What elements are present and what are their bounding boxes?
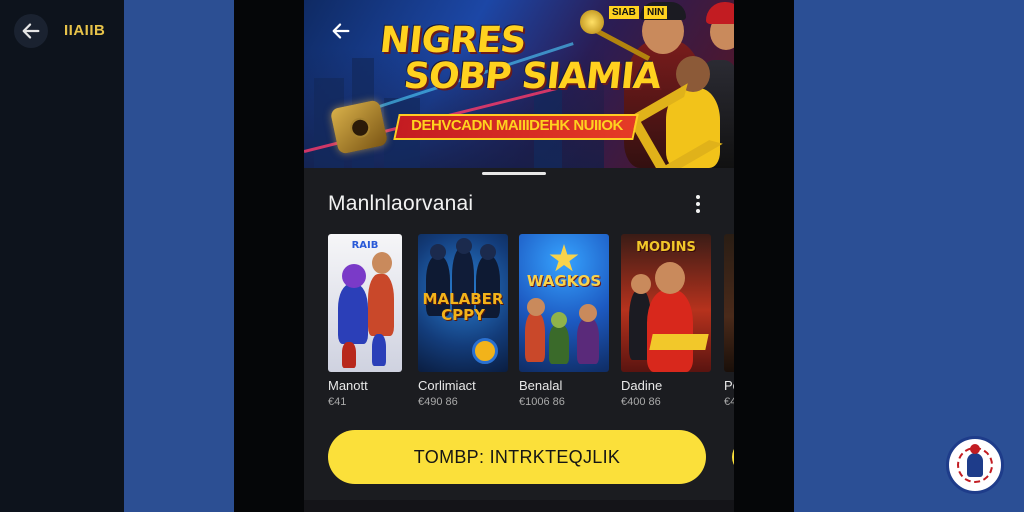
- more-vertical-icon: [696, 195, 700, 199]
- game-card-meta: €400 86: [621, 396, 661, 408]
- cover-character-body: [647, 290, 693, 372]
- game-card-list: RAIB Manott €41 MALABER CPPY Corlimiact …: [328, 234, 734, 414]
- game-card-meta: €1006 86: [519, 396, 565, 408]
- game-cover: MALABER CPPY: [418, 234, 508, 372]
- game-card-meta: €4 €00 €6: [724, 396, 734, 408]
- banner-badge: NIN: [644, 6, 668, 19]
- cover-emblem: [472, 338, 498, 364]
- section-title: Manlnlaorvanai: [328, 192, 474, 215]
- banner-title-line1: NIGRES: [377, 20, 528, 61]
- game-card-name: Dadine: [621, 378, 663, 393]
- banner-character-cap: [706, 2, 734, 24]
- left-blue-panel: [124, 0, 234, 512]
- game-cover: WAGKOS: [519, 234, 609, 372]
- cover-ribbon: [649, 334, 709, 350]
- more-vertical-icon: [696, 202, 700, 206]
- cover-character-body: [338, 284, 368, 344]
- right-blue-panel: [794, 0, 1024, 512]
- cover-character-head: [456, 238, 472, 254]
- right-black-panel: [734, 0, 794, 512]
- banner-back-button[interactable]: [326, 16, 356, 46]
- cover-character-head: [551, 312, 567, 328]
- game-cover: MODINS: [621, 234, 711, 372]
- cover-character-leg: [342, 342, 356, 368]
- cover-character-head: [372, 252, 392, 274]
- bottom-bar: [304, 500, 734, 512]
- game-card[interactable]: RAIB Manott €41: [328, 234, 402, 408]
- game-card-name: Benalal: [519, 378, 563, 393]
- banner-title-line2: SOBP SIAMIA: [401, 56, 663, 97]
- cover-character-head: [527, 298, 545, 316]
- app-phone-frame: SIAB NIN NIGRES SOBP SIAMIA DEHVCADN MAI…: [304, 0, 734, 512]
- primary-cta-button[interactable]: TOMBP: INTRKTEQJLIK: [328, 430, 706, 484]
- secondary-cta-peek[interactable]: [732, 440, 734, 474]
- game-card[interactable]: Pc Marmarc €4 €00 €6: [724, 234, 734, 408]
- game-cover: RAIB: [328, 234, 402, 372]
- game-cover-title: MODINS: [636, 240, 696, 255]
- banner-badge: SIAB: [609, 6, 639, 19]
- outer-back-button[interactable]: [14, 14, 48, 48]
- banner-subtitle: DEHVCADN MAIIIDEHK NUIIOK: [411, 117, 623, 134]
- more-vertical-icon: [696, 209, 700, 213]
- outer-app-label: IIAIIB: [64, 22, 106, 39]
- game-cover: [724, 234, 734, 372]
- game-card-name: Corlimiact: [418, 378, 476, 393]
- game-card[interactable]: MALABER CPPY Corlimiact €490 86: [418, 234, 508, 408]
- game-card-meta: €41: [328, 396, 347, 408]
- mascot-badge-icon: [967, 444, 983, 477]
- cover-character-head: [631, 274, 651, 294]
- cover-character-body: [368, 274, 394, 336]
- game-card-meta: €490 86: [418, 396, 458, 408]
- game-cover-title: RAIB: [351, 240, 379, 251]
- left-black-panel: [234, 0, 304, 512]
- game-card-name: Pc Marmarc: [724, 378, 734, 393]
- cover-character-head: [480, 244, 496, 260]
- game-cover-title: MALABER CPPY: [422, 290, 504, 324]
- arrow-left-icon: [332, 23, 350, 39]
- arrow-left-icon: [22, 23, 40, 39]
- game-card-name: Manott: [328, 378, 368, 393]
- hero-banner[interactable]: SIAB NIN NIGRES SOBP SIAMIA DEHVCADN MAI…: [304, 0, 734, 168]
- game-cover-title: WAGKOS: [526, 272, 602, 290]
- cover-character-head: [655, 262, 685, 294]
- cover-character-head: [430, 244, 446, 260]
- more-options-button[interactable]: [688, 190, 708, 218]
- cover-character-head: [342, 264, 366, 288]
- game-card[interactable]: MODINS Dadine €400 86: [621, 234, 711, 408]
- cover-starburst: [549, 244, 579, 272]
- game-card[interactable]: WAGKOS Benalal €1006 86: [519, 234, 609, 408]
- cover-character-leg: [372, 334, 386, 366]
- cover-character-body: [525, 312, 545, 362]
- drag-handle[interactable]: [482, 172, 546, 175]
- left-background-panel: [0, 0, 124, 512]
- cover-character-head: [579, 304, 597, 322]
- cover-character-body: [549, 324, 569, 364]
- banner-scepter: [580, 10, 604, 34]
- mascot-badge-button[interactable]: [946, 436, 1004, 494]
- cover-character-body: [577, 318, 599, 364]
